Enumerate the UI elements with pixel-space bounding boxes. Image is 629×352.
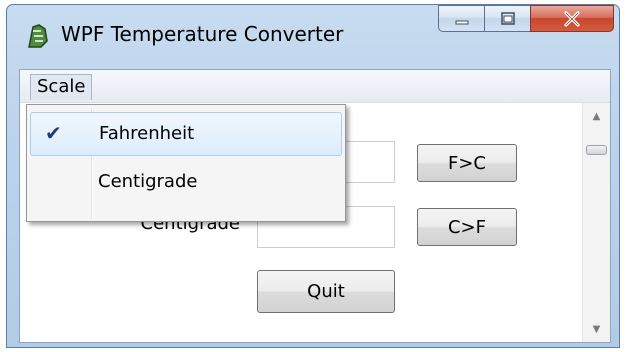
scroll-thumb[interactable] bbox=[586, 145, 607, 155]
close-icon bbox=[564, 10, 580, 27]
maximize-button[interactable] bbox=[484, 5, 530, 32]
app-window: WPF Temperature Converter Scale F>C Cent… bbox=[6, 4, 620, 348]
caption-buttons bbox=[438, 5, 614, 33]
f-to-c-button[interactable]: F>C bbox=[417, 144, 517, 182]
menu-scale[interactable]: Scale bbox=[30, 74, 93, 100]
vertical-scrollbar[interactable]: ▲ ▼ bbox=[582, 103, 610, 342]
minimize-button[interactable] bbox=[438, 5, 484, 32]
menu-item-label: Fahrenheit bbox=[99, 123, 195, 144]
menu-bar: Scale bbox=[20, 70, 610, 103]
scroll-down-icon[interactable]: ▼ bbox=[583, 320, 610, 340]
title-bar[interactable]: WPF Temperature Converter bbox=[7, 5, 619, 65]
window-title: WPF Temperature Converter bbox=[61, 22, 344, 46]
menu-item-centigrade[interactable]: Centigrade bbox=[30, 161, 342, 205]
scroll-up-icon[interactable]: ▲ bbox=[583, 107, 610, 127]
quit-button[interactable]: Quit bbox=[257, 270, 395, 313]
app-icon bbox=[28, 24, 48, 48]
c-to-f-button[interactable]: C>F bbox=[417, 208, 517, 246]
minimize-icon bbox=[455, 20, 468, 24]
close-button[interactable] bbox=[530, 5, 614, 32]
menu-item-fahrenheit[interactable]: ✔ Fahrenheit bbox=[30, 112, 342, 156]
maximize-icon bbox=[500, 11, 515, 25]
check-icon: ✔ bbox=[45, 121, 62, 145]
menu-item-label: Centigrade bbox=[98, 171, 198, 192]
scale-dropdown-menu: ✔ Fahrenheit Centigrade bbox=[26, 104, 346, 222]
